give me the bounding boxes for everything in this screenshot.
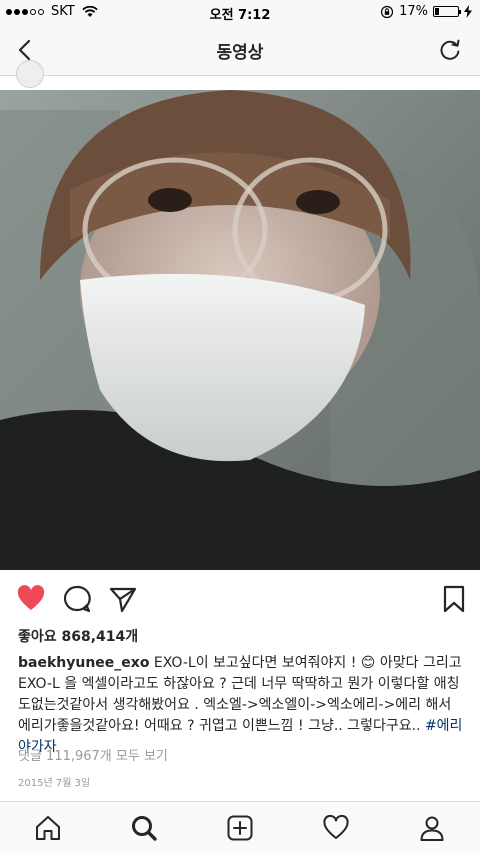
video-player[interactable] [0, 90, 480, 570]
post-header-sliver [0, 60, 480, 90]
caption-username[interactable]: baekhyunee_exo [18, 655, 149, 671]
smile-emoji-icon: 😊 [360, 655, 376, 671]
add-post-icon[interactable] [226, 814, 254, 842]
signal-strength-icon [6, 8, 44, 15]
share-button[interactable] [108, 584, 138, 614]
comment-button[interactable] [62, 584, 92, 614]
battery-percent: 17% [399, 4, 428, 19]
avatar[interactable] [16, 60, 44, 88]
page-title: 동영상 [216, 43, 264, 63]
charging-bolt-icon [464, 5, 472, 18]
status-bar: SKT 오전 7:12 17% [0, 0, 480, 24]
battery-icon [433, 6, 461, 17]
save-button[interactable] [439, 584, 469, 614]
refresh-button[interactable] [436, 36, 464, 64]
post-date: 2015년 7월 3일 [18, 778, 91, 789]
profile-icon[interactable] [418, 814, 446, 842]
status-left: SKT [6, 4, 98, 19]
wifi-icon [82, 5, 98, 17]
activity-heart-icon[interactable] [322, 814, 350, 842]
video-frame [0, 90, 480, 570]
post-caption: baekhyunee_exo EXO-L이 보고싶다면 보여줘야지 ! 😊 아맞… [18, 653, 464, 758]
post-actions [0, 584, 480, 614]
tab-bar [0, 801, 480, 853]
status-right: 17% [380, 4, 472, 19]
battery-fill [435, 8, 439, 15]
like-button[interactable] [16, 584, 46, 614]
caption-text-1: EXO-L이 보고싶다면 보여줘야지 ! [149, 655, 361, 671]
home-icon[interactable] [34, 814, 62, 842]
likes-count[interactable]: 좋아요 868,414개 [18, 626, 138, 646]
orientation-lock-icon [380, 5, 394, 18]
view-all-comments-link[interactable]: 댓글 111,967개 모두 보기 [18, 745, 168, 764]
carrier-name: SKT [51, 4, 75, 19]
search-icon[interactable] [130, 814, 158, 842]
navigation-bar: 동영상 [0, 24, 480, 76]
